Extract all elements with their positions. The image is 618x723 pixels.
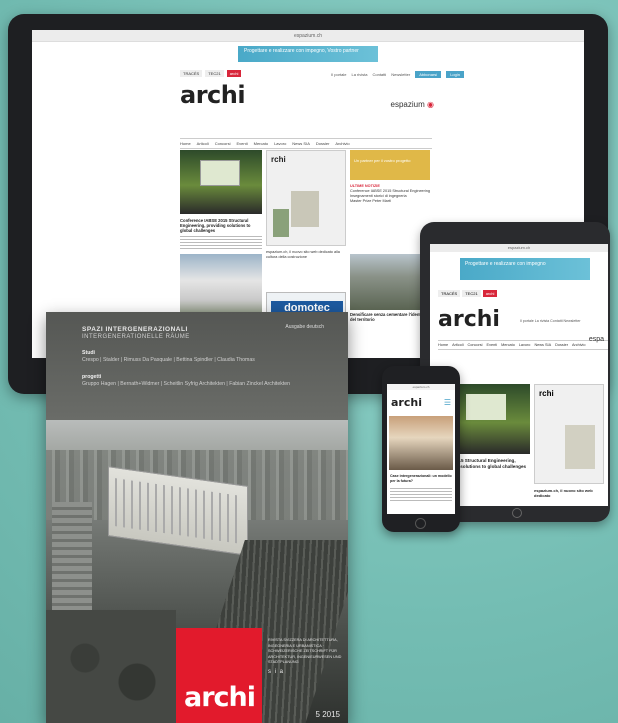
nav-articoli[interactable]: Articoli [452,343,463,347]
sia-mark: s i a [268,668,285,675]
tablet-magazine-thumbnail[interactable]: rchi [534,384,604,484]
link-newsletter[interactable]: Newsletter [391,72,410,77]
nav-eventi[interactable]: Eventi [236,141,247,146]
news-list: ULTIME NOTIZIE Conference IABSE 2015 Str… [350,184,430,204]
section-text: Gruppo Hagen | Bernath+Widmer | Scheitli… [82,381,291,387]
link-portale[interactable]: Il portale [331,72,346,77]
nav-dossier[interactable]: Dossier [555,343,568,347]
nav-articoli[interactable]: Articoli [197,141,209,146]
section-label: progetti [82,374,102,380]
phone-article-image[interactable] [389,416,453,470]
cover-section-studies: Studi Crespo | Stalder | Rimuss Da Pasqu… [82,350,348,364]
nav-home[interactable]: Home [180,141,191,146]
tab-traces[interactable]: TRACÉS [438,290,461,297]
thumbnail-building [565,425,595,469]
conference-title[interactable]: Conference IABSE 2015 Structural Enginee… [180,218,262,233]
nav-lavoro[interactable]: Lavoro [274,141,286,146]
thumbnail-tree [273,209,289,237]
partner-name: espazium [390,100,425,109]
nav-dossier[interactable]: Dossier [316,141,330,146]
browser-address-bar[interactable]: espazium.ch [32,30,584,42]
cover-info-text: RIVISTA SVIZZERA DI ARCHITETTURA, INGEGN… [268,638,342,664]
hamburger-menu-icon[interactable]: ☰ [444,398,451,407]
phone-screen: espazium.ch archi ☰ Case intergenerazion… [387,384,455,514]
mid-article-text[interactable]: espazium.ch, il nuovo sito web dedicato … [266,250,346,260]
link-contatti[interactable]: Contatti [372,72,386,77]
cover-info: RIVISTA SVIZZERA DI ARCHITETTURA, INGEGN… [262,628,348,723]
magazine-thumbnail[interactable]: rchi [266,150,346,246]
partner-logo[interactable]: espazium ◉ [391,100,434,109]
aerial-title[interactable]: Densificare senza cementare l'identità d… [350,312,430,322]
tablet-caption[interactable]: espazium.ch, il nuovo sito web dedicato [534,488,608,498]
tab-archi[interactable]: archi [482,290,498,297]
site-header: TRACÉS TEC21 archi Il portale La rivista… [32,62,584,134]
cover-language-note: Ausgabe deutsch [285,324,324,330]
nav-concorsi[interactable]: Concorsi [215,141,231,146]
tablet-language-tabs: TRACÉS TEC21 archi [438,290,608,297]
nav-mercato[interactable]: Mercato [501,343,515,347]
nav-news-sia[interactable]: News SIA [292,141,310,146]
section-label: Studi [82,350,95,356]
phone-device: espazium.ch archi ☰ Case intergenerazion… [382,366,460,532]
photo-trees [46,610,176,723]
main-navigation: Home Articoli Concorsi Eventi Mercato La… [180,138,432,149]
nav-news-sia[interactable]: News SIA [534,343,551,347]
news-item[interactable]: Master Prize Peter Marti [350,199,430,204]
tablet-ad-banner[interactable]: Progettare e realizzare con impegno [460,258,590,280]
partner-mark-icon: ◉ [427,100,434,109]
header-links: Il portale La rivista Contatti Newslette… [331,71,464,78]
thumbnail-logo: rchi [539,389,554,398]
building-image[interactable] [180,254,262,320]
thumbnail-building [291,191,319,227]
nav-home[interactable]: Home [438,343,448,347]
conference-excerpt [180,236,262,250]
yellow-ad[interactable]: Un partner per il vostro progetto [350,150,430,180]
tablet-header-links[interactable]: Il portale La rivista Contatti Newslette… [520,319,581,323]
phone-address-bar[interactable]: espazium.ch [387,384,455,390]
aerial-image[interactable] [350,254,430,310]
thumbnail-logo: rchi [271,155,286,164]
nav-eventi[interactable]: Eventi [487,343,498,347]
nav-archivio[interactable]: Archivio [572,343,586,347]
login-button[interactable]: Login [446,71,464,78]
cover-section-projects: progetti Gruppo Hagen | Bernath+Widmer |… [82,374,348,388]
tab-traces[interactable]: TRACÉS [180,70,203,77]
tablet-home-button[interactable] [512,508,522,518]
tab-tec21[interactable]: TEC21 [462,290,481,297]
tablet-address-bar[interactable]: espazium.ch [430,244,608,252]
magazine-cover: SPAZI INTERGENERAZIONALI INTERGENERATION… [46,312,348,723]
nav-lavoro[interactable]: Lavoro [519,343,531,347]
tablet-navigation: Home Articoli Concorsi Eventi Mercato La… [438,340,608,350]
phone-article-title[interactable]: Case intergenerazionali: un modello per … [390,474,452,483]
url-text: espazium.ch [293,32,323,39]
tablet-partner-logo[interactable]: espa [589,336,604,343]
cover-kicker-german: INTERGENERATIONELLE RÄUME [82,334,190,340]
nav-mercato[interactable]: Mercato [254,141,268,146]
nav-archivio[interactable]: Archivio [335,141,349,146]
tab-tec21[interactable]: TEC21 [205,70,224,77]
nav-concorsi[interactable]: Concorsi [468,343,483,347]
phone-home-button[interactable] [415,518,426,529]
top-ad-banner[interactable]: Progettare e realizzare con impegno, Vos… [238,46,378,62]
tab-archi[interactable]: archi [226,70,242,77]
cover-header: SPAZI INTERGENERAZIONALI INTERGENERATION… [46,312,348,420]
link-rivista[interactable]: La rivista [351,72,367,77]
site-logo[interactable]: archi [180,81,584,109]
cover-logo-block: archi [176,628,262,723]
phone-article-excerpt [390,488,452,502]
section-text: Crespo | Stalder | Rimuss Da Pasquale | … [82,357,255,363]
subscribe-button[interactable]: Abbonarsi [415,71,442,78]
conference-image[interactable] [180,150,262,214]
issue-number: 5 2015 [315,710,340,719]
cover-logo: archi [184,682,256,713]
